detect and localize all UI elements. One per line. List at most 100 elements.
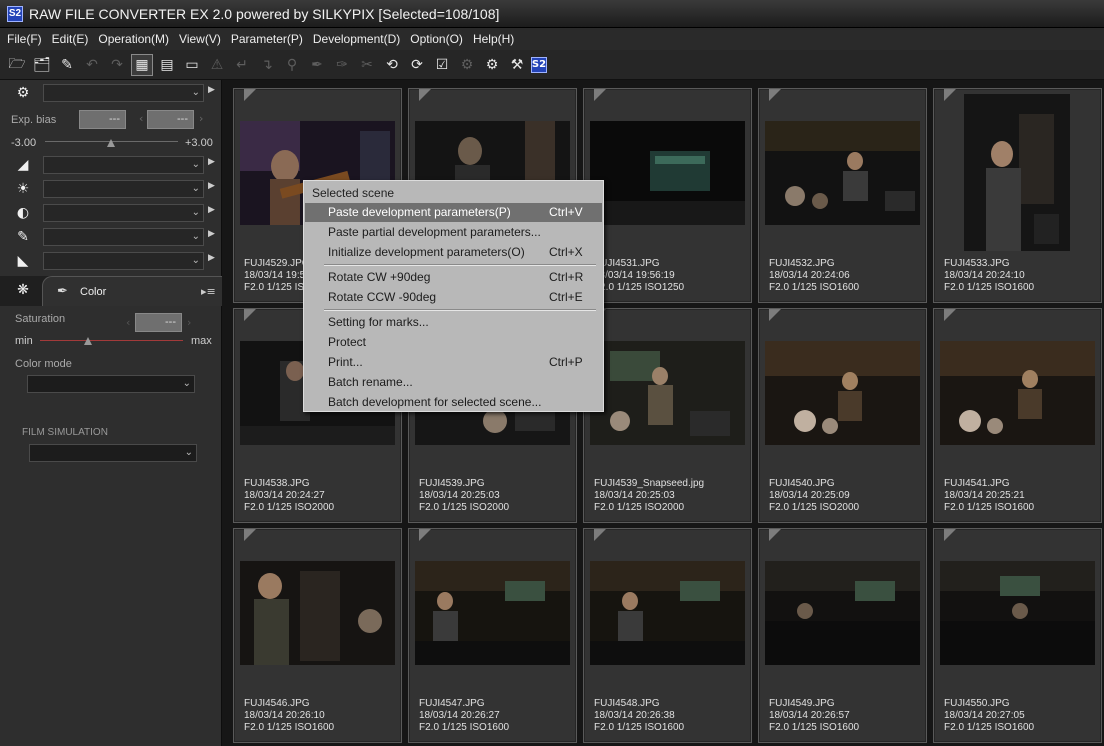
menu-item-protect[interactable]: Protect xyxy=(305,333,602,352)
filename: FUJI4547.JPG xyxy=(419,698,485,709)
menu-item-paste-partial[interactable]: Paste partial development parameters... xyxy=(305,223,602,242)
color-mode-select[interactable]: ⌄ xyxy=(27,375,195,393)
control-sidebar: ⚙ ⌄ ▶ Exp. bias --- ‹ --- › -3.00 +3.00 … xyxy=(0,80,222,746)
brightness-select[interactable]: ⌄ xyxy=(43,180,204,198)
menu-operation[interactable]: Operation(M) xyxy=(93,32,174,46)
rotate-cw-icon[interactable]: ⟳ xyxy=(406,54,428,76)
decrement-icon[interactable]: ‹ xyxy=(126,316,130,329)
film-simulation-select[interactable]: ⌄ xyxy=(29,444,197,462)
datetime: 18/03/14 20:26:57 xyxy=(769,710,850,721)
menu-item-shortcut: Ctrl+E xyxy=(549,290,583,304)
increment-icon[interactable]: › xyxy=(199,112,203,125)
increment-icon[interactable]: › xyxy=(187,316,191,329)
clean-icon[interactable]: ✎ xyxy=(56,54,78,76)
saturation-field[interactable]: --- xyxy=(135,313,182,332)
thumbnail-card[interactable]: FUJI4533.JPG 18/03/14 20:24:10 F2.0 1/12… xyxy=(933,88,1102,303)
check-icon[interactable]: ☑ xyxy=(431,54,453,76)
menu-file[interactable]: File(F) xyxy=(2,32,47,46)
datetime: 18/03/14 20:24:27 xyxy=(244,490,325,501)
exp-bias-slider-thumb[interactable] xyxy=(107,139,115,147)
menu-item-paste-params[interactable]: Paste development parameters(P) Ctrl+V xyxy=(305,203,602,222)
scissors-icon[interactable]: ✂ xyxy=(356,54,378,76)
open-folder-dropdown-icon[interactable]: 🗂 xyxy=(31,54,53,76)
menu-edit[interactable]: Edit(E) xyxy=(47,32,94,46)
expand-arrow-icon[interactable]: ▶ xyxy=(208,253,215,263)
thumbnail-card[interactable]: FUJI4539_Snapseed.jpg 18/03/14 20:25:03 … xyxy=(583,308,752,523)
mark-corner xyxy=(594,529,606,541)
rotate-ccw-icon[interactable]: ⟲ xyxy=(381,54,403,76)
thumbnail-card[interactable]: FUJI4531.JPG 18/03/14 19:56:19 F2.0 1/12… xyxy=(583,88,752,303)
file-info: FUJI4541.JPG 18/03/14 20:25:21 F2.0 1/12… xyxy=(944,478,1034,514)
hammer-icon[interactable]: ⚒ xyxy=(506,54,528,76)
menu-item-initialize[interactable]: Initialize development parameters(O) Ctrl… xyxy=(305,243,602,262)
menu-item-rotate-cw[interactable]: Rotate CW +90deg Ctrl+R xyxy=(305,268,602,287)
thumbnail-card[interactable]: FUJI4547.JPG 18/03/14 20:26:27 F2.0 1/12… xyxy=(408,528,577,743)
back-icon[interactable]: ↵ xyxy=(231,54,253,76)
menu-parameter[interactable]: Parameter(P) xyxy=(226,32,308,46)
warning-icon[interactable]: ⚠ xyxy=(206,54,228,76)
chevron-down-icon: ⌄ xyxy=(191,87,200,98)
exposure-info: F2.0 1/125 ISO2000 xyxy=(594,502,685,513)
expand-arrow-icon[interactable]: ▶ xyxy=(208,229,215,239)
thumbnail-card[interactable]: FUJI4540.JPG 18/03/14 20:25:09 F2.0 1/12… xyxy=(758,308,927,523)
saturation-min: min xyxy=(15,335,33,347)
menu-item-batch-development[interactable]: Batch development for selected scene... xyxy=(305,393,602,412)
app-logo-icon[interactable]: S2 xyxy=(531,56,547,73)
filename: FUJI4548.JPG xyxy=(594,698,660,709)
sharpness-select[interactable]: ⌄ xyxy=(43,228,204,246)
thumbnail-card[interactable]: FUJI4550.JPG 18/03/14 20:27:05 F2.0 1/12… xyxy=(933,528,1102,743)
saturation-slider-thumb[interactable] xyxy=(84,337,92,345)
thumbnail-card[interactable]: FUJI4549.JPG 18/03/14 20:26:57 F2.0 1/12… xyxy=(758,528,927,743)
single-view-icon[interactable]: ▭ xyxy=(181,54,203,76)
undo-icon[interactable]: ↶ xyxy=(81,54,103,76)
exp-bias-field-1[interactable]: --- xyxy=(79,110,126,129)
advanced-gear-icon[interactable]: ❋ xyxy=(14,282,32,298)
tab-strip: ❋ ✒ Color ▸≡ xyxy=(0,276,222,306)
brush-icon: ◣ xyxy=(17,253,29,269)
mark-corner xyxy=(594,89,606,101)
menu-item-print[interactable]: Print... Ctrl+P xyxy=(305,353,602,372)
panel-menu-icon[interactable]: ▸≡ xyxy=(201,285,216,298)
expand-arrow-icon[interactable]: ▶ xyxy=(208,205,215,215)
tone-select[interactable]: ⌄ xyxy=(43,204,204,222)
zoom-icon[interactable]: ⚲ xyxy=(281,54,303,76)
open-folder-icon[interactable]: 🗁 xyxy=(6,54,28,76)
datetime: 18/03/14 20:26:27 xyxy=(419,710,500,721)
contrast-select[interactable]: ⌄ xyxy=(43,156,204,174)
menu-development[interactable]: Development(D) xyxy=(308,32,405,46)
photo-image xyxy=(940,561,1095,665)
thumbnail-card[interactable]: FUJI4532.JPG 18/03/14 20:24:06 F2.0 1/12… xyxy=(758,88,927,303)
decrement-icon[interactable]: ‹ xyxy=(139,112,143,125)
menu-view[interactable]: View(V) xyxy=(174,32,226,46)
white-balance-select[interactable]: ⌄ xyxy=(43,84,204,102)
batch-icon[interactable]: ⚙ xyxy=(456,54,478,76)
expand-arrow-icon[interactable]: ▶ xyxy=(208,181,215,191)
menu-item-rotate-ccw[interactable]: Rotate CCW -90deg Ctrl+E xyxy=(305,288,602,307)
menu-item-batch-rename[interactable]: Batch rename... xyxy=(305,373,602,392)
tab-color[interactable]: ✒ Color ▸≡ xyxy=(42,276,222,306)
thumbnail-card[interactable]: FUJI4541.JPG 18/03/14 20:25:21 F2.0 1/12… xyxy=(933,308,1102,523)
thumbnail-card[interactable]: FUJI4546.JPG 18/03/14 20:26:10 F2.0 1/12… xyxy=(233,528,402,743)
grid-view-icon[interactable]: ▦ xyxy=(131,53,153,76)
expand-arrow-icon[interactable]: ▶ xyxy=(208,85,215,95)
thumbnail-card[interactable]: FUJI4548.JPG 18/03/14 20:26:38 F2.0 1/12… xyxy=(583,528,752,743)
picker-dropdown-icon[interactable]: ✑ xyxy=(331,54,353,76)
forward-icon[interactable]: ↴ xyxy=(256,54,278,76)
contrast-icon: ◢ xyxy=(17,157,29,173)
menu-option[interactable]: Option(O) xyxy=(405,32,468,46)
exp-bias-field-2[interactable]: --- xyxy=(147,110,194,129)
noise-select[interactable]: ⌄ xyxy=(43,252,204,270)
noise-row: ◣ ⌄ ▶ xyxy=(0,250,222,272)
redo-icon[interactable]: ↷ xyxy=(106,54,128,76)
exposure-info: F2.0 1/125 ISO1600 xyxy=(769,722,860,733)
list-view-icon[interactable]: ▤ xyxy=(156,54,178,76)
exposure-info: F2.0 1/125 ISO2000 xyxy=(244,502,335,513)
file-info: FUJI4539_Snapseed.jpg 18/03/14 20:25:03 … xyxy=(594,478,704,514)
picker-icon[interactable]: ✒ xyxy=(306,54,328,76)
menu-item-marks[interactable]: Setting for marks... xyxy=(305,313,602,332)
settings-icon[interactable]: ⚙ xyxy=(481,54,503,76)
sharpness-row: ✎ ⌄ ▶ xyxy=(0,226,222,248)
expand-arrow-icon[interactable]: ▶ xyxy=(208,157,215,167)
saturation-slider[interactable] xyxy=(40,340,183,341)
menu-help[interactable]: Help(H) xyxy=(468,32,519,46)
